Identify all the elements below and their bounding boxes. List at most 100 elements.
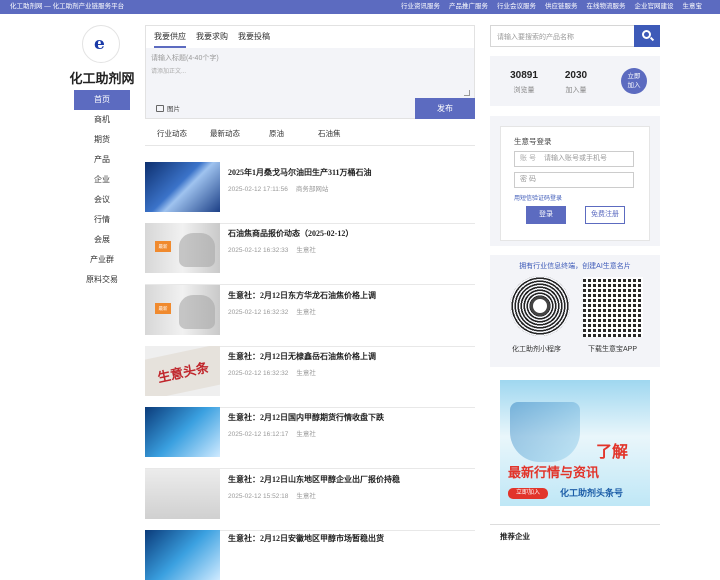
news-item[interactable]: 最新 石油焦商品报价动态（2025-02-12） 2025-02-12 16:3… (145, 223, 475, 285)
resize-handle-icon[interactable] (464, 90, 470, 96)
tab-crude-oil[interactable]: 原油 (269, 124, 284, 144)
image-upload[interactable]: 图片 (156, 103, 180, 113)
image-label: 图片 (167, 106, 180, 113)
mini-program-logo-icon (530, 296, 550, 316)
qr-panel: 拥有行业信息终端，创建AI生意名片 化工助剂小程序 下载生意宝APP (490, 255, 660, 367)
logo-glyph: e (94, 34, 105, 54)
news-thumbnail[interactable]: 最新 (145, 285, 220, 335)
latest-tag: 最新 (155, 241, 171, 252)
news-source: 商务部网站 (295, 186, 329, 193)
tab-purchase[interactable]: 我要求购 (196, 26, 228, 48)
tab-petroleum-coke[interactable]: 石油焦 (318, 124, 341, 144)
nav-business[interactable]: 商机 (74, 110, 130, 130)
mini-program-caption: 化工助剂小程序 (512, 346, 561, 353)
search-input[interactable]: 请输入要搜索的产品名称 (497, 32, 574, 42)
banner-headline: 了解 (596, 442, 629, 461)
site-name[interactable]: 化工助剂网 (60, 68, 144, 87)
password-field[interactable]: 密 码 (514, 172, 634, 188)
nav-raw-trade[interactable]: 原料交易 (74, 270, 130, 290)
post-title-input[interactable]: 请输入标题(4-40个字) (151, 53, 219, 63)
news-meta: 2025-02-12 16:32:33 生意社 (228, 244, 316, 254)
news-source: 生意社 (296, 247, 316, 254)
nav-industry-group[interactable]: 产业群 (74, 250, 130, 270)
news-meta: 2025-02-12 17:11:56 商务部网站 (228, 183, 328, 193)
news-title[interactable]: 生意社：2月12日安徽地区甲醇市场暂稳出货 (228, 533, 384, 544)
promo-banner[interactable]: 了解 最新行情与资讯 立即加入 化工助剂头条号 (500, 380, 650, 506)
join-now-button[interactable]: 立即 加入 (621, 68, 647, 94)
sms-login-link[interactable]: 用短信验证码登录 (514, 193, 562, 202)
link-supply-chain[interactable]: 供应链服务 (545, 0, 578, 14)
top-bar: 化工助剂网 — 化工助剂产业链服务平台 行业资讯服务 产品推广服务 行业会议服务… (0, 0, 720, 14)
mini-program-qr[interactable] (510, 276, 570, 336)
tab-supply[interactable]: 我要供应 (154, 26, 186, 48)
news-title[interactable]: 石油焦商品报价动态（2025-02-12） (228, 228, 353, 239)
content-tabs: 行业动态 最新动态 原油 石油焦 (145, 124, 475, 146)
tab-industry-news[interactable]: 行业动态 (157, 124, 187, 144)
account-label: 账 号 (520, 155, 536, 162)
news-meta: 2025-02-12 16:12:17 生意社 (228, 428, 316, 438)
register-button[interactable]: 免费注册 (585, 206, 625, 224)
nav-exhibitions[interactable]: 会展 (74, 230, 130, 250)
hand-image (179, 233, 215, 267)
nav-home[interactable]: 首页 (74, 90, 130, 110)
news-thumbnail[interactable] (145, 469, 220, 519)
stats-panel: 30891 浏览量 2030 加入量 立即 加入 (490, 56, 660, 106)
news-meta: 2025-02-12 16:32:32 生意社 (228, 367, 316, 377)
post-tabs: 我要供应 我要求购 我要投稿 (146, 26, 474, 48)
news-source: 生意社 (296, 309, 316, 316)
news-item[interactable]: 生意社：2月12日山东地区甲醇企业出厂报价持稳 2025-02-12 15:52… (145, 469, 475, 531)
news-item[interactable]: 生意社：2月12日国内甲醇期货行情收盘下跌 2025-02-12 16:12:1… (145, 407, 475, 469)
news-date: 2025-02-12 15:52:18 (228, 493, 289, 500)
side-nav: 首页 商机 期货 产品 企业 会议 行情 会展 产业群 原料交易 (74, 90, 130, 290)
qr-title: 拥有行业信息终端，创建AI生意名片 (519, 263, 631, 270)
link-promo-service[interactable]: 产品推广服务 (449, 0, 488, 14)
news-title[interactable]: 生意社：2月12日山东地区甲醇企业出厂报价持稳 (228, 474, 400, 485)
publish-button[interactable]: 发布 (415, 98, 475, 119)
tab-submit[interactable]: 我要投稿 (238, 26, 270, 48)
news-thumbnail[interactable]: 生意头条 (145, 346, 220, 396)
news-source: 生意社 (296, 370, 316, 377)
lab-flask-image (510, 402, 580, 462)
news-title[interactable]: 2025年1月桑戈马尔油田生产311万桶石油 (228, 167, 372, 178)
news-source: 生意社 (296, 493, 316, 500)
account-field[interactable]: 账 号请输入账号或手机号 (514, 151, 634, 167)
news-item[interactable]: 最新 生意社：2月12日东方华龙石油焦价格上调 2025-02-12 16:32… (145, 285, 475, 347)
news-item[interactable]: 生意头条 生意社：2月12日无棣鑫岳石油焦价格上调 2025-02-12 16:… (145, 346, 475, 408)
news-title[interactable]: 生意社：2月12日东方华龙石油焦价格上调 (228, 290, 376, 301)
nav-companies[interactable]: 企业 (74, 170, 130, 190)
product-search: 请输入要搜索的产品名称 (490, 25, 660, 47)
news-thumbnail[interactable]: 最新 (145, 223, 220, 273)
link-logistics[interactable]: 在线物流服务 (587, 0, 626, 14)
banner-join-button[interactable]: 立即加入 (508, 488, 548, 499)
news-item[interactable]: 生意社：2月12日安徽地区甲醇市场暂稳出货 (145, 530, 475, 580)
link-website-build[interactable]: 企业官网建设 (635, 0, 674, 14)
news-date: 2025-02-12 16:32:32 (228, 370, 289, 377)
nav-products[interactable]: 产品 (74, 150, 130, 170)
app-qr-code[interactable] (583, 277, 643, 337)
tab-latest-news[interactable]: 最新动态 (210, 124, 240, 144)
service-links: 行业资讯服务 产品推广服务 行业会议服务 供应链服务 在线物流服务 企业官网建设… (401, 0, 702, 14)
news-meta: 2025-02-12 15:52:18 生意社 (228, 490, 316, 500)
search-button[interactable] (634, 25, 660, 47)
join-line-1: 立即 (627, 73, 641, 80)
site-logo[interactable]: e (82, 25, 120, 63)
news-thumbnail[interactable] (145, 530, 220, 580)
banner-brand: 化工助剂头条号 (560, 488, 624, 498)
login-heading: 生意号登录 (514, 137, 552, 146)
link-shengyibao[interactable]: 生意宝 (683, 0, 703, 14)
nav-meetings[interactable]: 会议 (74, 190, 130, 210)
join-line-2: 加入 (627, 82, 641, 89)
image-icon (156, 104, 164, 112)
news-thumbnail[interactable] (145, 162, 220, 212)
login-button[interactable]: 登录 (526, 206, 566, 224)
news-thumbnail[interactable] (145, 407, 220, 457)
link-news-service[interactable]: 行业资讯服务 (401, 0, 440, 14)
nav-market[interactable]: 行情 (74, 210, 130, 230)
nav-futures[interactable]: 期货 (74, 130, 130, 150)
news-item[interactable]: 2025年1月桑戈马尔油田生产311万桶石油 2025-02-12 17:11:… (145, 162, 475, 224)
post-content-textarea[interactable]: 请添加正文... (151, 66, 186, 75)
search-icon-handle (649, 36, 655, 42)
news-title[interactable]: 生意社：2月12日国内甲醇期货行情收盘下跌 (228, 412, 384, 423)
link-meeting-service[interactable]: 行业会议服务 (497, 0, 536, 14)
news-title[interactable]: 生意社：2月12日无棣鑫岳石油焦价格上调 (228, 351, 376, 362)
